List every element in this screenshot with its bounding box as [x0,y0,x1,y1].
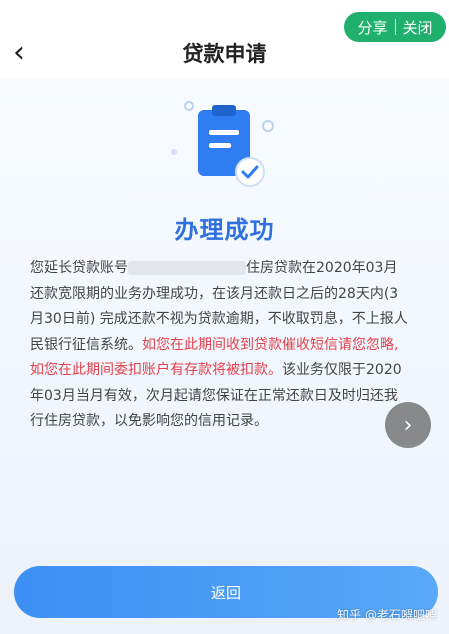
watermark: 知乎 @老石嘚吧嘚 [337,608,437,622]
mini-program-capsule: 分享 关闭 [344,12,446,42]
chevron-right-icon: › [403,412,413,438]
decor-dot [171,149,177,155]
masked-account-number [128,261,246,275]
next-page-button[interactable]: › [385,402,431,448]
message-text: 您延长贷款账号 [30,260,128,276]
check-badge [235,157,265,187]
clipboard-line [209,143,231,148]
share-button[interactable]: 分享 [357,17,387,38]
result-message: 您延长贷款账号 住房贷款在2020年03月还款宽限期的业务办理成功，在该月还款日之… [30,256,410,435]
close-button[interactable]: 关闭 [403,17,433,38]
decor-dot [184,101,194,111]
clipboard-line [209,130,239,135]
clipboard-clip [212,105,236,116]
clipboard-check-icon [171,101,274,187]
capsule-divider [394,19,396,35]
result-title: 办理成功 [174,216,275,244]
decor-dot [262,120,274,132]
page-title: 贷款申请 [182,42,267,66]
